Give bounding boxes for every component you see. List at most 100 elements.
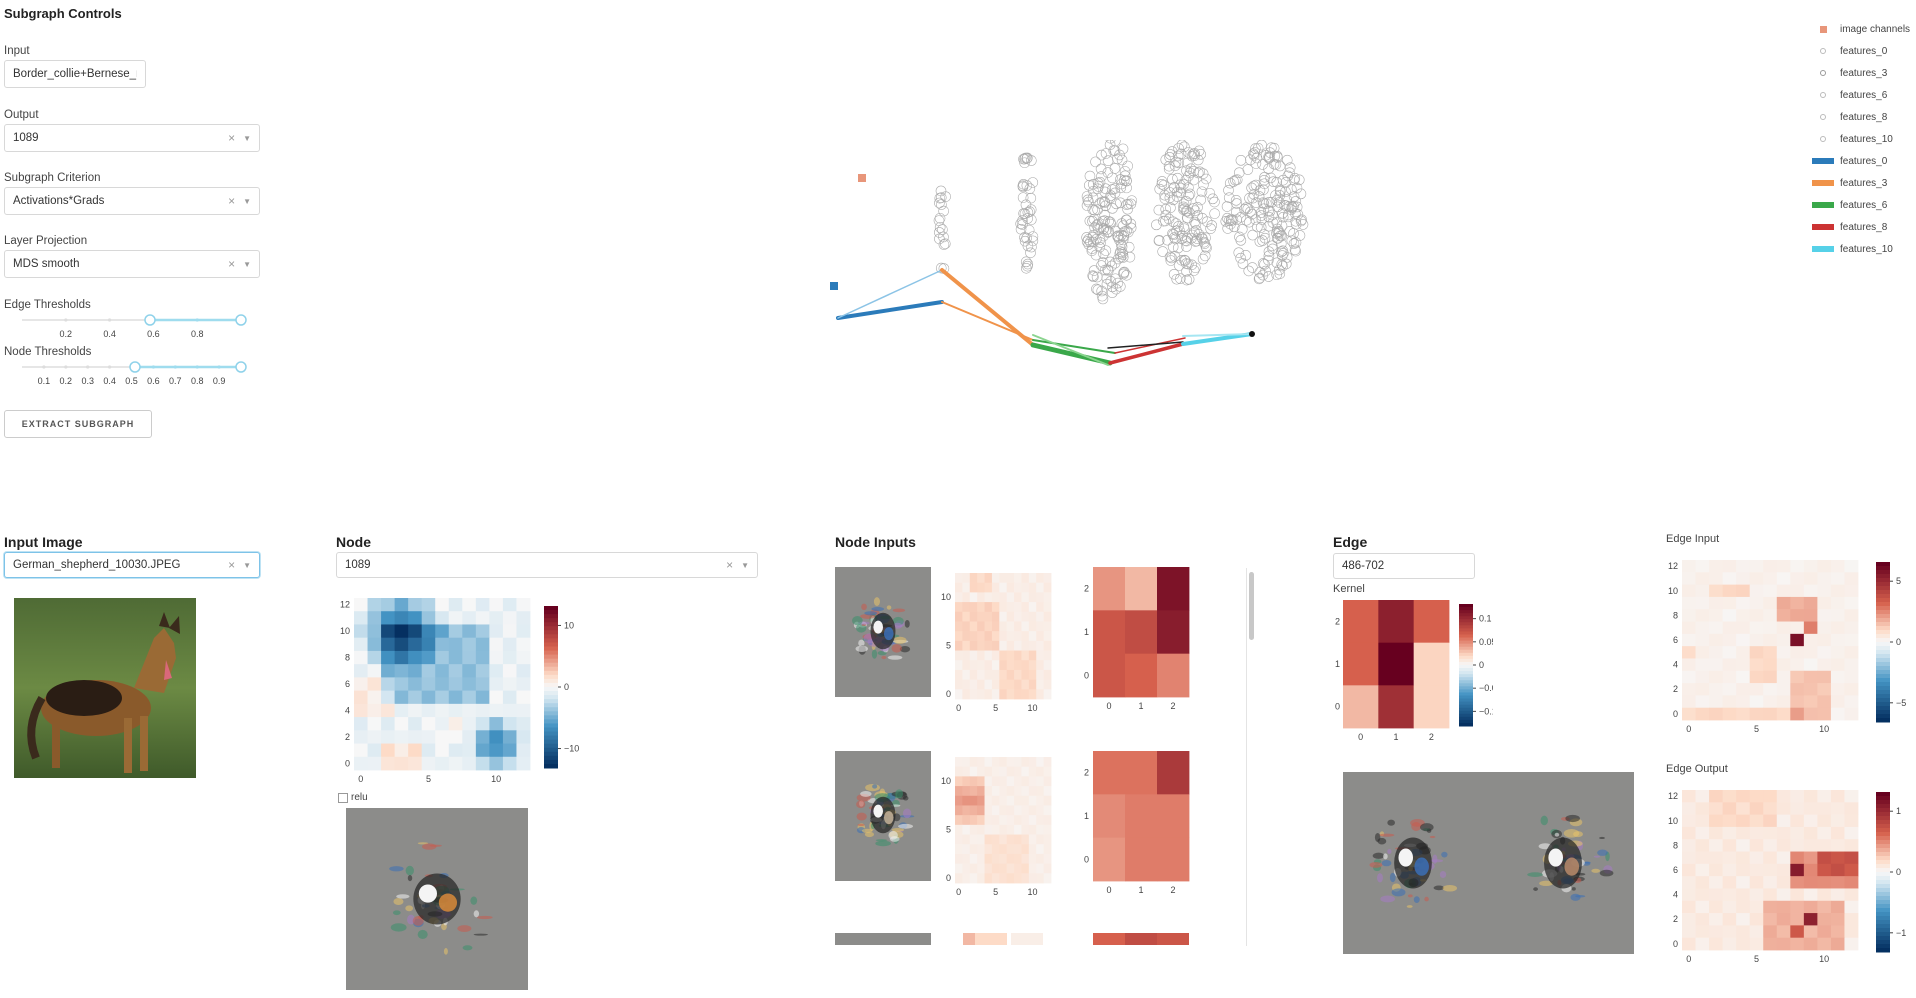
heatmap-cell (955, 573, 963, 584)
graph-node[interactable] (1086, 245, 1098, 257)
node-input-row[interactable] (835, 933, 1265, 945)
input-field[interactable]: Border_collie+Bernese_n (4, 60, 146, 88)
legend-item[interactable]: features_10 (1812, 238, 1912, 260)
graph-node[interactable] (1025, 192, 1037, 204)
edge-input-heatmap[interactable]: 0 5 10 0 2 4 6 8 10 12 5 0 −5 (1664, 548, 1914, 743)
chevron-down-icon[interactable]: ▼ (243, 134, 251, 143)
graph-node[interactable] (1022, 258, 1034, 270)
graph-node[interactable] (1235, 155, 1247, 166)
slider-handle-high[interactable] (235, 361, 247, 373)
graph-node[interactable] (1242, 164, 1254, 175)
legend-item[interactable]: features_3 (1812, 172, 1912, 194)
scrollbar-thumb[interactable] (1249, 572, 1254, 640)
heatmap-cell (1682, 851, 1696, 865)
kernel-heatmap[interactable]: 0 0 1 1 2 2 0.1 0.05 0 −0.05 −0.1 (1333, 594, 1493, 754)
graph-node[interactable] (1284, 226, 1296, 237)
graph-node[interactable] (1245, 154, 1256, 166)
graph-node[interactable] (1027, 177, 1039, 188)
graph-node[interactable] (1209, 196, 1220, 208)
edge-threshold-slider[interactable]: 0.2 0.4 0.6 0.8 (0, 310, 270, 342)
slider-handle-high[interactable] (235, 314, 247, 326)
graph-node[interactable] (1090, 156, 1101, 168)
graph-node[interactable] (1088, 265, 1100, 276)
image-channel-node[interactable] (830, 282, 838, 290)
graph-node[interactable] (1209, 208, 1220, 219)
input-image-select[interactable]: German_shepherd_10030.JPEG × ▼ (4, 552, 260, 578)
graph-node[interactable] (1102, 155, 1114, 167)
graph-node[interactable] (1235, 235, 1247, 246)
relu-toggle[interactable]: relu (338, 792, 368, 803)
graph-node[interactable] (1081, 191, 1093, 202)
legend-item[interactable]: features_0 (1812, 40, 1912, 62)
clear-icon[interactable]: × (228, 194, 235, 208)
graph-node[interactable] (1100, 245, 1112, 256)
clear-icon[interactable]: × (228, 257, 235, 271)
edge-field[interactable]: 486-702 (1333, 553, 1475, 579)
graph-node[interactable] (1163, 163, 1175, 175)
legend-item[interactable]: features_6 (1812, 194, 1912, 216)
graph-node[interactable] (1081, 200, 1093, 211)
graph-node[interactable] (1107, 281, 1118, 293)
clear-icon[interactable]: × (228, 558, 235, 572)
legend-item[interactable]: features_8 (1812, 106, 1912, 128)
node-heatmap[interactable]: 0 5 10 0 2 4 6 8 10 12 10 0 −10 (336, 592, 586, 792)
graph-node[interactable] (1198, 179, 1209, 190)
graph-node[interactable] (1233, 247, 1245, 258)
graph-node[interactable] (1109, 163, 1121, 174)
graph-node[interactable] (1245, 206, 1256, 218)
graph-node[interactable] (1180, 258, 1192, 269)
subgraph-3d-plot[interactable] (800, 140, 1340, 380)
output-select[interactable]: 1089 × ▼ (4, 124, 260, 152)
graph-node[interactable] (1286, 184, 1297, 195)
node-input-row[interactable]: 0 5 100510001122 (835, 565, 1265, 715)
slider-handle-low[interactable] (144, 314, 156, 326)
graph-node[interactable] (1026, 241, 1037, 253)
graph-node[interactable] (1197, 253, 1209, 265)
edge-output-heatmap[interactable]: 0 5 1002468101210−1 (1664, 778, 1914, 973)
legend-item[interactable]: features_8 (1812, 216, 1912, 238)
graph-node[interactable] (1256, 140, 1267, 151)
graph-node[interactable] (1254, 267, 1266, 278)
graph-node[interactable] (1180, 196, 1192, 207)
chevron-down-icon[interactable]: ▼ (243, 561, 251, 570)
graph-node[interactable] (1267, 209, 1278, 221)
node-input-row[interactable]: 0 5 100510001122 (835, 749, 1265, 899)
projection-select[interactable]: MDS smooth × ▼ (4, 250, 260, 278)
graph-node[interactable] (1206, 220, 1218, 231)
chevron-down-icon[interactable]: ▼ (243, 260, 251, 269)
clear-icon[interactable]: × (726, 558, 733, 572)
legend-item[interactable]: features_3 (1812, 62, 1912, 84)
graph-node[interactable] (1122, 160, 1134, 172)
graph-node[interactable] (1295, 188, 1307, 200)
chevron-down-icon[interactable]: ▼ (741, 561, 749, 570)
legend-item[interactable]: features_0 (1812, 150, 1912, 172)
graph-node[interactable] (1247, 229, 1259, 241)
graph-node[interactable] (1288, 228, 1299, 239)
criterion-select[interactable]: Activations*Grads × ▼ (4, 187, 260, 215)
chevron-down-icon[interactable]: ▼ (243, 197, 251, 206)
node-inputs-list[interactable]: 0 5 10 0 5 10 0 0 1 1 2 2 0 5 10 0 5 10 0 0 1 1 2 2 (835, 565, 1265, 945)
y-tick-label: 0 (345, 758, 350, 768)
node-select[interactable]: 1089 × ▼ (336, 552, 758, 578)
output-node[interactable] (1249, 331, 1255, 337)
graph-node[interactable] (937, 224, 948, 235)
extract-subgraph-button[interactable]: EXTRACT SUBGRAPH (4, 410, 152, 438)
graph-node[interactable] (1178, 221, 1190, 233)
slider-handle-low[interactable] (129, 361, 141, 373)
graph-node[interactable] (1153, 204, 1165, 216)
image-channel-node[interactable] (858, 174, 866, 182)
graph-node[interactable] (1204, 187, 1216, 199)
graph-node[interactable] (1192, 154, 1204, 166)
graph-node[interactable] (1280, 258, 1292, 270)
legend-item[interactable]: features_6 (1812, 84, 1912, 106)
node-threshold-slider[interactable]: 0.1 0.2 0.3 0.4 0.5 0.6 0.7 0.8 0.9 (0, 358, 270, 390)
relu-checkbox[interactable] (338, 792, 348, 803)
clear-icon[interactable]: × (228, 131, 235, 145)
graph-node[interactable] (1286, 235, 1298, 247)
graph-node[interactable] (1157, 246, 1168, 257)
legend-item[interactable]: features_10 (1812, 128, 1912, 150)
legend-item[interactable]: image channels (1812, 18, 1912, 40)
graph-node[interactable] (1223, 185, 1234, 196)
graph-node[interactable] (1100, 183, 1111, 195)
graph-node[interactable] (1221, 201, 1233, 212)
